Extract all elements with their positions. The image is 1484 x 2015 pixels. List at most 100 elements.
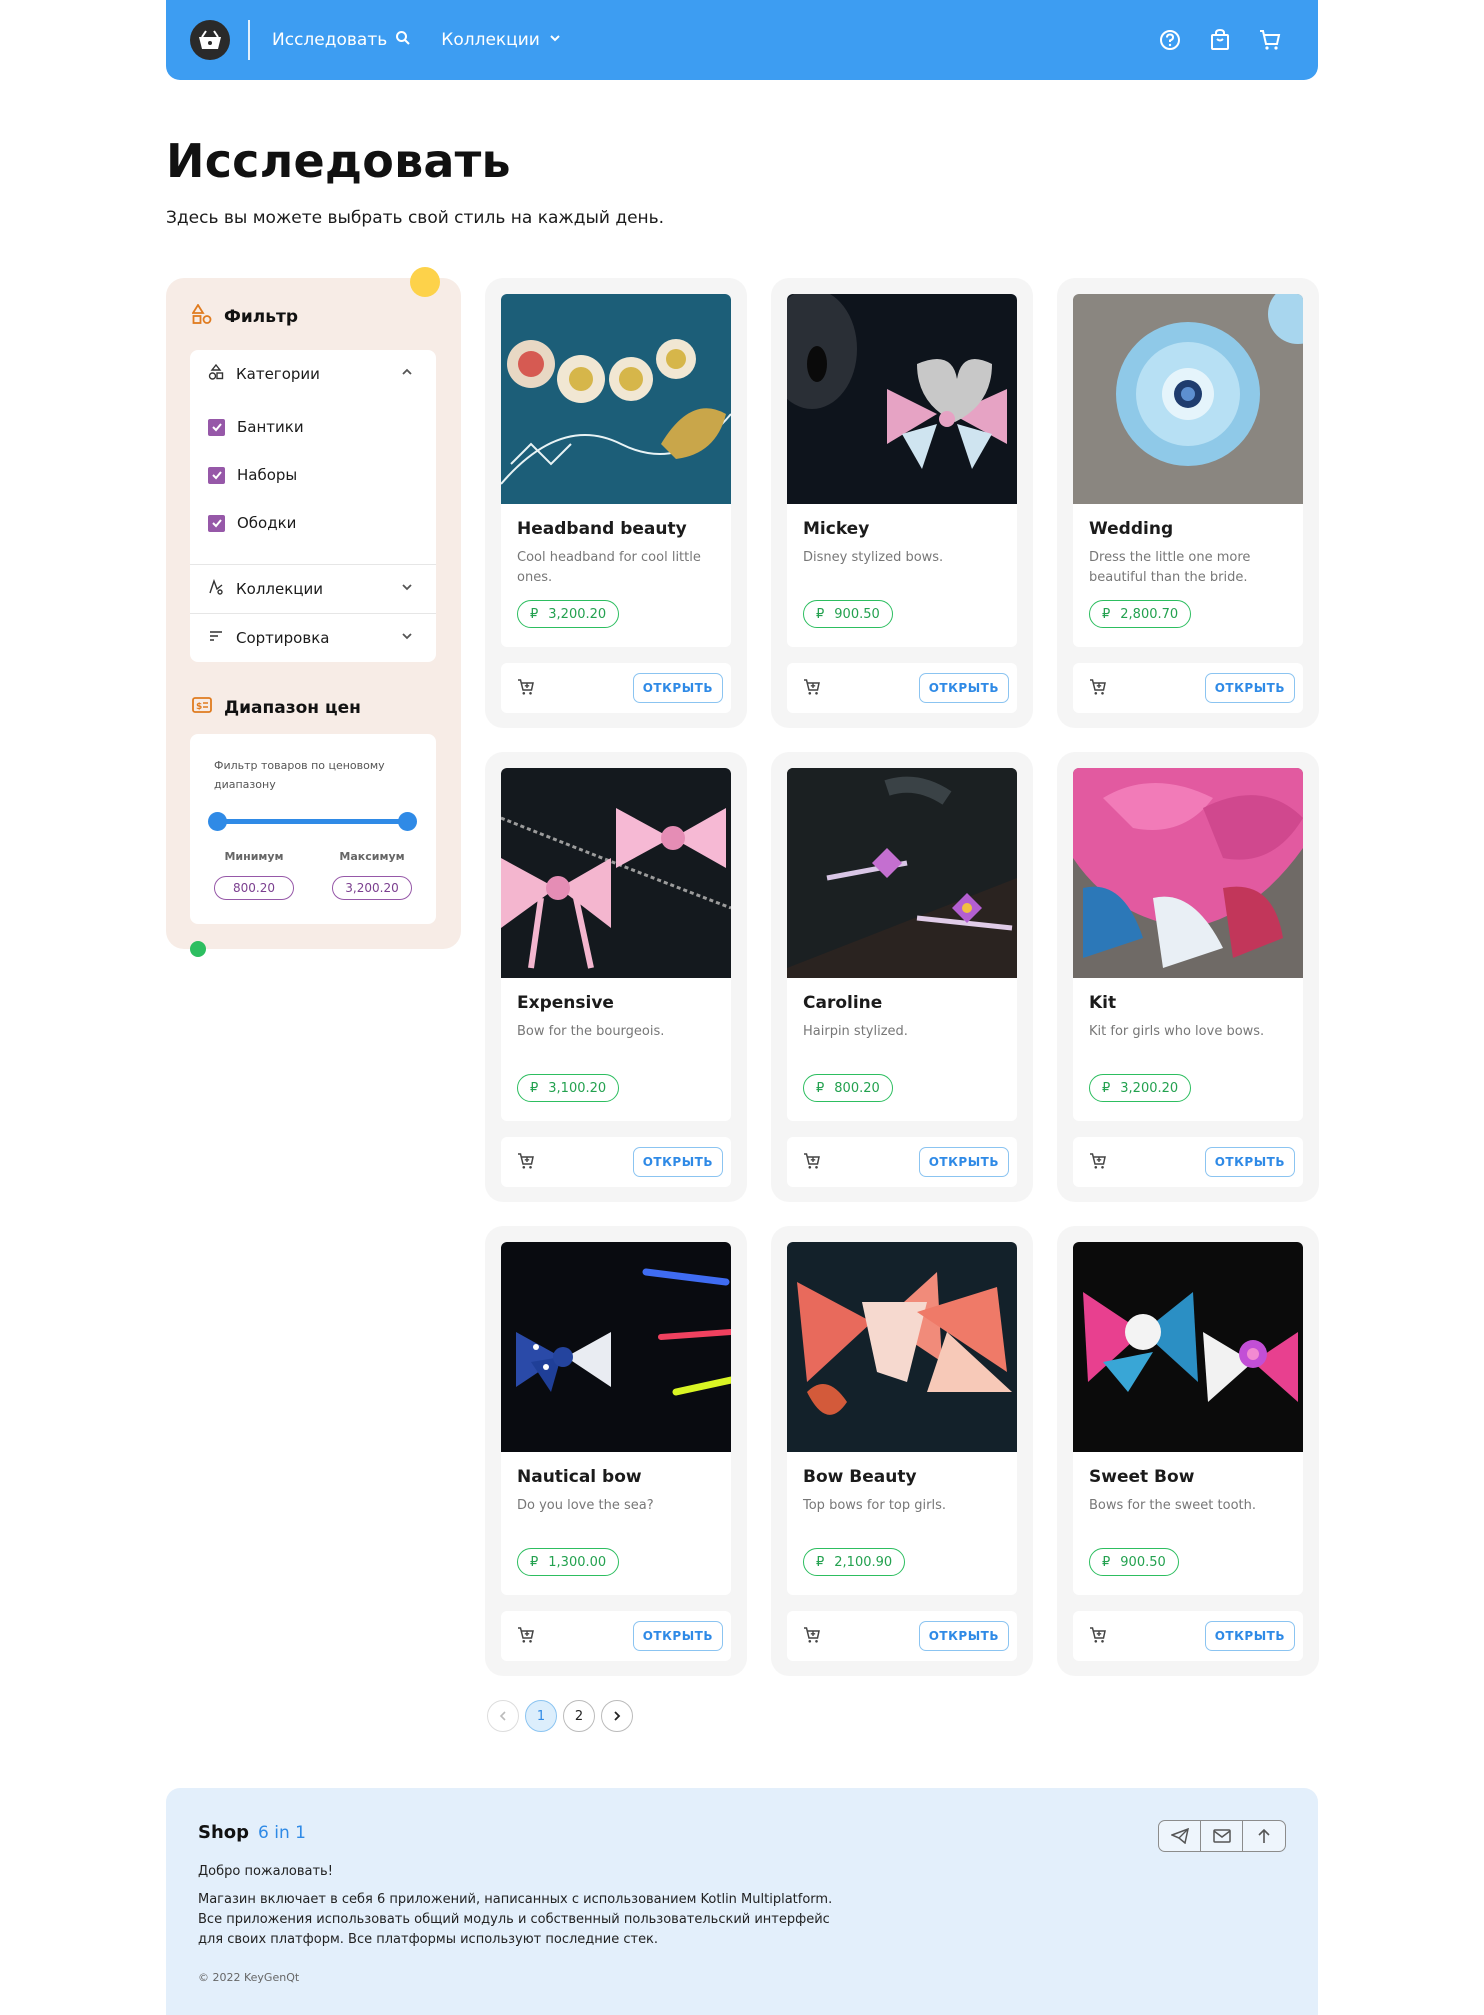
product-card[interactable]: Kit Kit for girls who love bows. ₽3,200.20… bbox=[1057, 752, 1319, 1202]
add-to-cart-icon[interactable] bbox=[1089, 1152, 1107, 1174]
collections-filter-label: Коллекции bbox=[236, 580, 323, 598]
price-slider-min-handle[interactable] bbox=[208, 812, 227, 831]
shopping-basket-icon[interactable] bbox=[190, 20, 230, 60]
footer-line: для своих платформ. Все платформы исполь… bbox=[198, 1932, 659, 1947]
product-card[interactable]: Expensive Bow for the bourgeois. ₽3,100.20… bbox=[485, 752, 747, 1202]
price-range-description: Фильтр товаров по ценовому диапазону bbox=[214, 759, 385, 791]
product-image[interactable] bbox=[1073, 294, 1303, 504]
checkbox-checked[interactable] bbox=[208, 466, 225, 484]
add-to-cart-icon[interactable] bbox=[1089, 678, 1107, 700]
category-label: Наборы bbox=[237, 466, 298, 484]
open-product-button[interactable]: ОТКРЫТЬ bbox=[1204, 1147, 1295, 1177]
categories-label: Категории bbox=[236, 365, 320, 383]
filter-title: Фильтр bbox=[224, 306, 298, 327]
product-price: 3,100.20 bbox=[548, 1080, 607, 1096]
product-image[interactable] bbox=[787, 1242, 1017, 1452]
nav-collections[interactable]: Коллекции bbox=[441, 30, 562, 50]
add-to-cart-icon[interactable] bbox=[803, 678, 821, 700]
mail-icon[interactable] bbox=[1201, 1821, 1243, 1851]
price-slider-max-handle[interactable] bbox=[398, 812, 417, 831]
category-checkbox-row[interactable]: Ободки bbox=[190, 508, 436, 538]
footer-description: Магазин включает в себя 6 приложений, на… bbox=[198, 1890, 898, 1950]
categories-header[interactable]: Категории bbox=[190, 350, 436, 398]
product-description: Dress the little one more beautiful than… bbox=[1089, 550, 1251, 585]
open-product-button[interactable]: ОТКРЫТЬ bbox=[918, 1621, 1009, 1651]
add-to-cart-icon[interactable] bbox=[517, 1626, 535, 1648]
product-description: Do you love the sea? bbox=[517, 1498, 654, 1513]
product-name: Headband beauty bbox=[517, 519, 687, 539]
product-card[interactable]: Headband beauty Cool headband for cool li… bbox=[485, 278, 747, 728]
product-card[interactable]: Bow Beauty Top bows for top girls. ₽2,100.… bbox=[771, 1226, 1033, 1676]
product-image[interactable] bbox=[1073, 768, 1303, 978]
product-image[interactable] bbox=[501, 1242, 731, 1452]
add-to-cart-icon[interactable] bbox=[517, 678, 535, 700]
arrow-up-icon[interactable] bbox=[1243, 1821, 1285, 1851]
product-image[interactable] bbox=[787, 768, 1017, 978]
product-description: Cool headband for cool little ones. bbox=[517, 550, 701, 585]
product-name: Sweet Bow bbox=[1089, 1467, 1195, 1487]
price-range-header: $ Диапазон цен bbox=[192, 696, 361, 719]
product-card-body: Bow Beauty Top bows for top girls. ₽2,100.… bbox=[787, 1242, 1017, 1595]
min-price-value[interactable]: 800.20 bbox=[214, 876, 294, 900]
product-image[interactable] bbox=[787, 294, 1017, 504]
open-product-button[interactable]: ОТКРЫТЬ bbox=[632, 1621, 723, 1651]
top-app-bar: Исследовать Коллекции bbox=[166, 0, 1318, 80]
add-to-cart-icon[interactable] bbox=[803, 1152, 821, 1174]
footer-line: Магазин включает в себя 6 приложений, на… bbox=[198, 1892, 833, 1907]
collections-icon bbox=[208, 578, 224, 599]
nav-explore[interactable]: Исследовать bbox=[272, 30, 411, 51]
price-slider-track[interactable] bbox=[218, 819, 408, 824]
product-description: Top bows for top girls. bbox=[803, 1498, 946, 1513]
sort-header[interactable]: Сортировка bbox=[190, 614, 436, 662]
product-price-badge: ₽900.50 bbox=[803, 600, 893, 628]
product-image[interactable] bbox=[1073, 1242, 1303, 1452]
pagination-next-button[interactable] bbox=[601, 1700, 633, 1732]
product-description: Hairpin stylized. bbox=[803, 1024, 908, 1039]
product-price: 3,200.20 bbox=[1120, 1080, 1179, 1096]
max-price-value[interactable]: 3,200.20 bbox=[332, 876, 412, 900]
price-range-title: Диапазон цен bbox=[224, 697, 361, 718]
collections-filter-header[interactable]: Коллекции bbox=[190, 565, 436, 613]
open-product-button[interactable]: ОТКРЫТЬ bbox=[632, 673, 723, 703]
product-image[interactable] bbox=[501, 294, 731, 504]
currency-symbol: ₽ bbox=[530, 1554, 539, 1570]
header-divider bbox=[248, 20, 250, 60]
checkbox-checked[interactable] bbox=[208, 514, 225, 532]
product-name: Bow Beauty bbox=[803, 1467, 917, 1487]
add-to-cart-icon[interactable] bbox=[517, 1152, 535, 1174]
product-card[interactable]: Wedding Dress the little one more beautif… bbox=[1057, 278, 1319, 728]
product-price-badge: ₽3,100.20 bbox=[517, 1074, 620, 1102]
product-actions: ОТКРЫТЬ bbox=[501, 1611, 731, 1661]
product-name: Caroline bbox=[803, 993, 883, 1013]
add-to-cart-icon[interactable] bbox=[1089, 1626, 1107, 1648]
product-card[interactable]: Mickey Disney stylized bows. ₽900.50 ОТКРЫТ… bbox=[771, 278, 1033, 728]
product-card[interactable]: Nautical bow Do you love the sea? ₽1,300.0… bbox=[485, 1226, 747, 1676]
nav-collections-label: Коллекции bbox=[441, 30, 540, 50]
open-product-button[interactable]: ОТКРЫТЬ bbox=[1204, 1621, 1295, 1651]
footer-brand: Shop bbox=[198, 1822, 250, 1843]
open-product-button[interactable]: ОТКРЫТЬ bbox=[918, 673, 1009, 703]
open-product-button[interactable]: ОТКРЫТЬ bbox=[632, 1147, 723, 1177]
open-product-button[interactable]: ОТКРЫТЬ bbox=[918, 1147, 1009, 1177]
shopping-bag-icon[interactable] bbox=[1208, 28, 1232, 52]
product-card[interactable]: Sweet Bow Bows for the sweet tooth. ₽900.5… bbox=[1057, 1226, 1319, 1676]
add-to-cart-icon[interactable] bbox=[803, 1626, 821, 1648]
pagination-page-1[interactable]: 1 bbox=[525, 1700, 557, 1732]
pagination-prev-button[interactable] bbox=[487, 1700, 519, 1732]
open-product-button[interactable]: ОТКРЫТЬ bbox=[1204, 673, 1295, 703]
chevron-up-icon bbox=[400, 365, 414, 383]
category-icon bbox=[208, 363, 224, 384]
telegram-icon[interactable] bbox=[1159, 1821, 1201, 1851]
pagination-page-2[interactable]: 2 bbox=[563, 1700, 595, 1732]
help-icon[interactable] bbox=[1158, 28, 1182, 52]
category-checkbox-row[interactable]: Бантики bbox=[190, 412, 436, 442]
product-card-body: Caroline Hairpin stylized. ₽800.20 bbox=[787, 768, 1017, 1121]
checkbox-checked[interactable] bbox=[208, 418, 225, 436]
product-card[interactable]: Caroline Hairpin stylized. ₽800.20 ОТКРЫТЬ bbox=[771, 752, 1033, 1202]
product-image[interactable] bbox=[501, 768, 731, 978]
sort-label: Сортировка bbox=[236, 629, 330, 647]
category-checkbox-row[interactable]: Наборы bbox=[190, 460, 436, 490]
footer-brand-accent: 6 in 1 bbox=[258, 1823, 306, 1843]
decorative-green-dot bbox=[190, 941, 206, 957]
cart-icon[interactable] bbox=[1258, 28, 1282, 52]
